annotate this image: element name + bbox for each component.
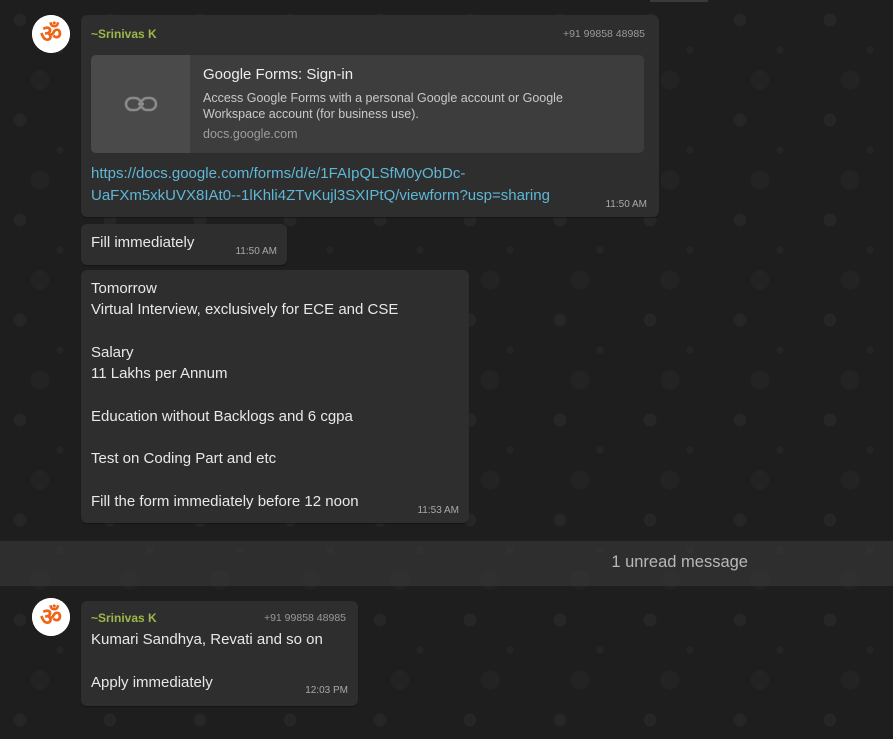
message-time: 11:50 AM <box>235 246 277 257</box>
svg-text:ॐ: ॐ <box>40 603 62 631</box>
link-icon <box>124 96 157 112</box>
sender-name[interactable]: ~Srinivas K <box>91 27 157 41</box>
message-bubble[interactable]: Fill immediately 11:50 AM <box>81 224 287 265</box>
link-preview-thumbnail <box>91 55 190 153</box>
message-bubble[interactable]: ~Srinivas K +91 99858 48985 Kumari Sandh… <box>81 601 358 706</box>
link-preview-title: Google Forms: Sign-in <box>203 66 354 83</box>
link-preview-domain: docs.google.com <box>203 127 298 141</box>
unread-divider-label: 1 unread message <box>611 553 748 571</box>
top-scroll-indicator <box>650 0 708 2</box>
om-icon: ॐ <box>32 15 70 53</box>
message-text: Tomorrow Virtual Interview, exclusively … <box>91 280 399 510</box>
sender-phone: +91 99858 48985 <box>263 612 346 624</box>
message-bubble[interactable]: ~Srinivas K +91 99858 48985 Google Forms… <box>81 15 659 217</box>
om-icon: ॐ <box>32 598 70 636</box>
message-text: Fill immediately <box>91 234 195 251</box>
message-text: Kumari Sandhya, Revati and so on Apply i… <box>91 631 323 691</box>
message-link[interactable]: https://docs.google.com/forms/d/e/1FAIpQ… <box>91 163 550 206</box>
link-preview-card[interactable]: Google Forms: Sign-in Access Google Form… <box>91 55 644 153</box>
sender-avatar[interactable]: ॐ <box>32 598 70 636</box>
message-link-line-1: https://docs.google.com/forms/d/e/1FAIpQ… <box>91 165 466 182</box>
sender-phone: +91 99858 48985 <box>562 28 645 40</box>
link-preview-description: Access Google Forms with a personal Goog… <box>203 91 563 121</box>
message-time: 12:03 PM <box>305 685 348 696</box>
unread-divider: 1 unread message <box>0 541 893 586</box>
message-bubble[interactable]: Tomorrow Virtual Interview, exclusively … <box>81 270 469 523</box>
message-link-line-2: UaFXm5xkUVX8IAt0--1lKhli4ZTvKujl3SXIPtQ/… <box>91 186 550 204</box>
svg-text:ॐ: ॐ <box>40 20 62 48</box>
sender-name[interactable]: ~Srinivas K <box>91 611 157 625</box>
sender-avatar[interactable]: ॐ <box>32 15 70 53</box>
message-time: 11:50 AM <box>605 199 647 210</box>
message-time: 11:53 AM <box>417 505 459 516</box>
